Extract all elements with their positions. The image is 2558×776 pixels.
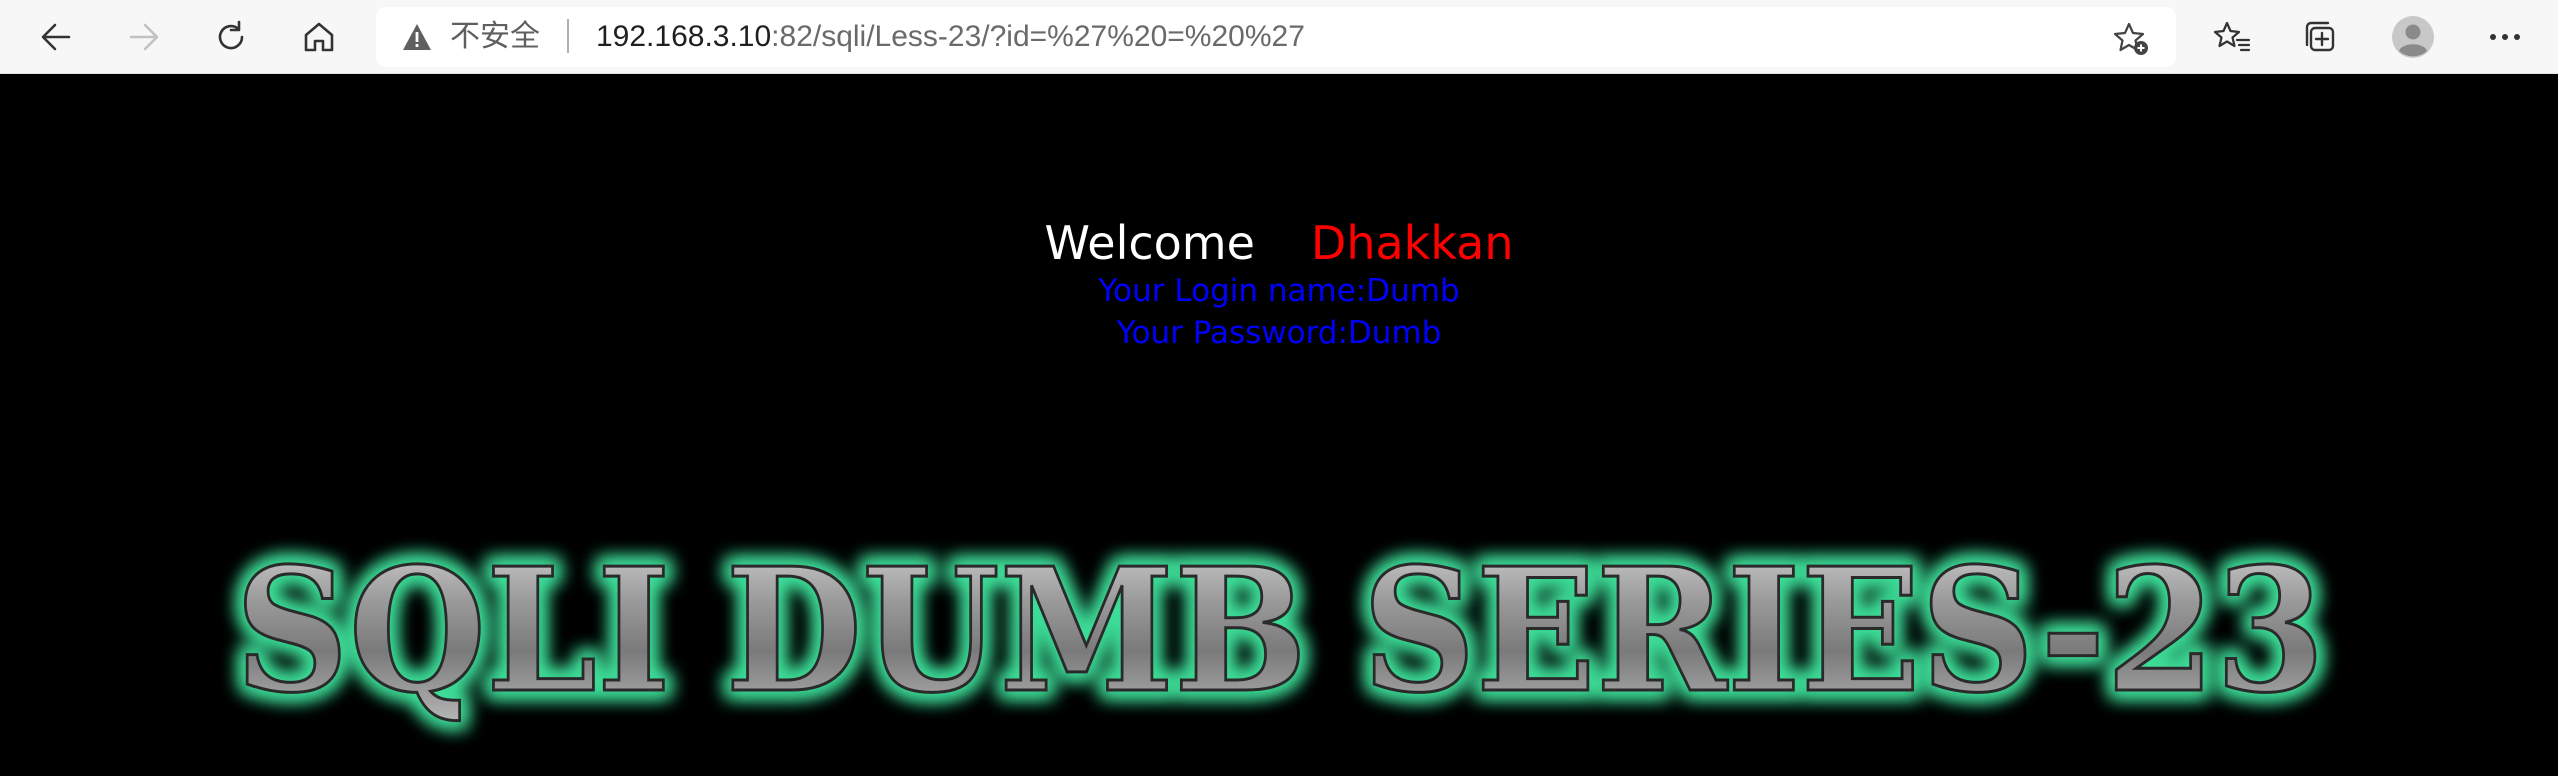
url-path: :82/sqli/Less-23/?id=%27%20=%20%27 xyxy=(771,20,1305,53)
back-icon xyxy=(41,23,71,51)
warning-icon xyxy=(403,24,431,50)
profile-icon xyxy=(2392,16,2434,58)
home-icon xyxy=(304,22,334,52)
more-button[interactable] xyxy=(2481,13,2529,61)
url-text[interactable]: 192.168.3.10:82/sqli/Less-23/?id=%27%20=… xyxy=(596,18,1305,56)
series-banner: SQLI DUMB SERIES-23 SQLI DUMB SERIES-23 xyxy=(228,524,2332,738)
more-icon xyxy=(2490,34,2520,40)
home-button[interactable] xyxy=(295,13,343,61)
banner-title: SQLI DUMB SERIES-23 xyxy=(235,531,2325,731)
page-content: Welcome Dhakkan Your Login name:Dumb Your… xyxy=(0,75,2558,776)
forward-button[interactable] xyxy=(120,13,168,61)
url-host: 192.168.3.10 xyxy=(596,20,772,53)
browser-toolbar: 不安全 192.168.3.10:82/sqli/Less-23/?id=%27… xyxy=(0,0,2558,74)
refresh-button[interactable] xyxy=(207,13,255,61)
add-favorite-icon[interactable] xyxy=(2112,21,2150,57)
forward-icon xyxy=(129,23,159,51)
welcome-line: Welcome Dhakkan xyxy=(0,215,2558,271)
favorites-icon xyxy=(2213,21,2251,52)
collections-button[interactable] xyxy=(2296,13,2344,61)
address-separator xyxy=(567,19,569,53)
user-name: Dhakkan xyxy=(1310,216,1514,270)
login-name: Your Login name:Dumb xyxy=(1098,273,1460,309)
security-label[interactable]: 不安全 xyxy=(450,18,540,56)
password-text: Your Password:Dumb xyxy=(1116,315,1442,351)
favorites-button[interactable] xyxy=(2208,13,2256,61)
collections-icon xyxy=(2305,21,2335,52)
refresh-icon xyxy=(218,20,244,50)
welcome-text: Welcome xyxy=(1044,216,1255,270)
profile-button[interactable] xyxy=(2389,13,2437,61)
address-bar[interactable]: 不安全 192.168.3.10:82/sqli/Less-23/?id=%27… xyxy=(376,7,2176,67)
back-button[interactable] xyxy=(32,13,80,61)
